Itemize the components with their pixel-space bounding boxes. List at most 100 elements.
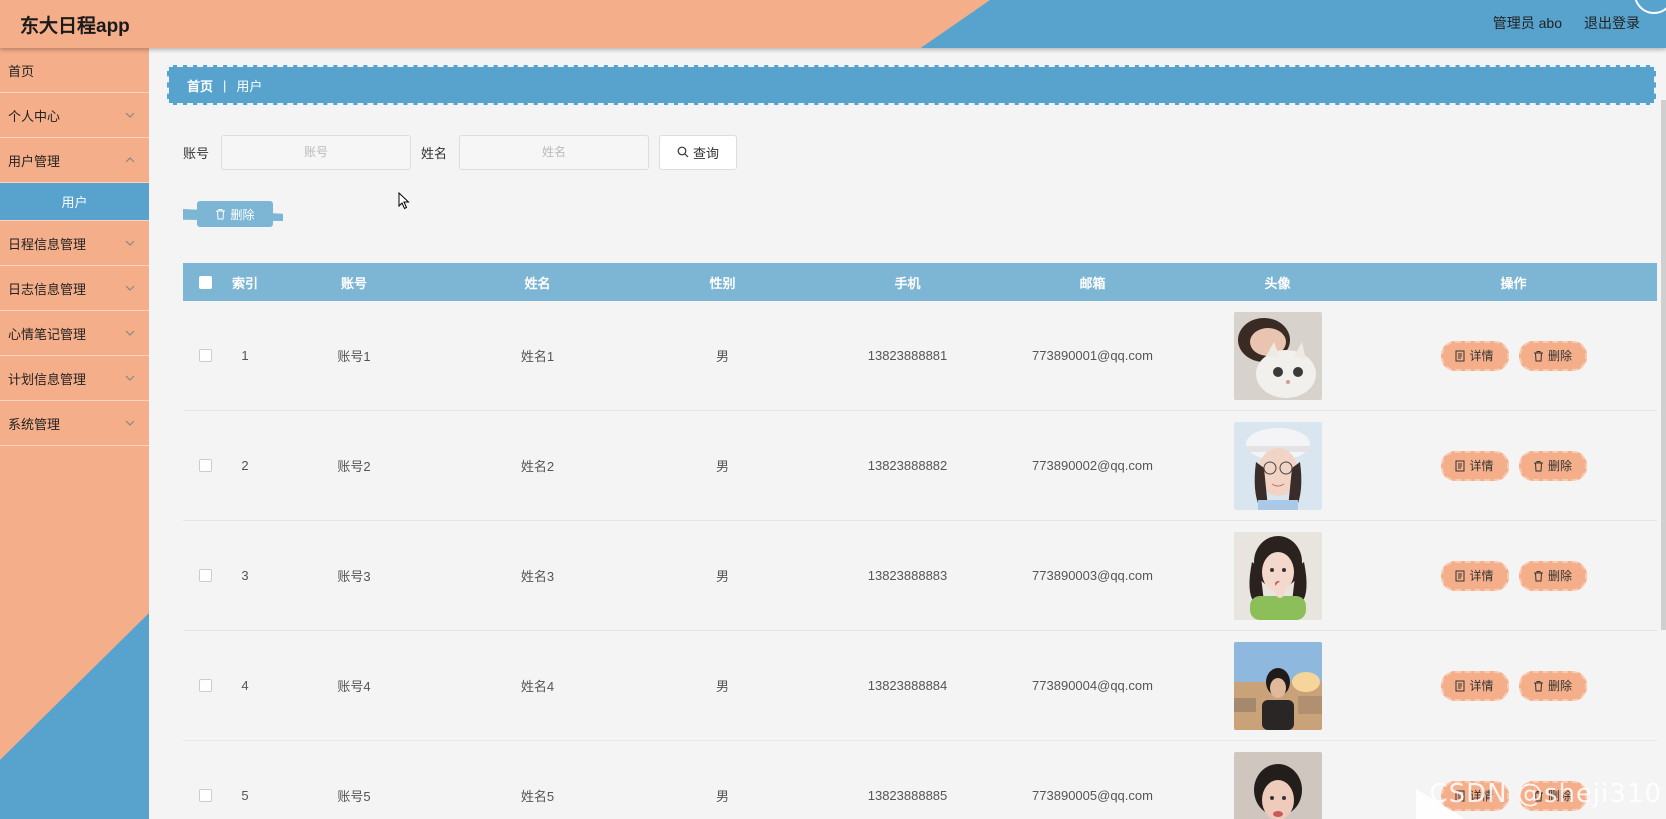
document-icon <box>1455 570 1465 581</box>
document-icon <box>1455 460 1465 471</box>
sidebar-item-user-management[interactable]: 用户管理 <box>0 138 149 183</box>
cell-index: 1 <box>241 348 249 363</box>
cell-operations: 详情 删除 <box>1370 670 1657 701</box>
row-checkbox[interactable] <box>198 349 212 362</box>
sidebar-item-label: 个人中心 <box>8 108 61 124</box>
trash-icon <box>1533 350 1543 361</box>
row-delete-label: 删除 <box>1547 679 1572 693</box>
trash-icon <box>1533 460 1543 471</box>
account-label: 账号 <box>183 145 210 161</box>
row-delete-button[interactable]: 删除 <box>1518 670 1587 701</box>
batch-delete-wrap: 删除 <box>183 201 283 231</box>
query-button-label: 查询 <box>693 145 720 161</box>
sidebar-item-label: 日程信息管理 <box>8 236 87 252</box>
users-table: 索引 账号 姓名 性别 手机 邮箱 头像 操作 1 账号1 姓名1 男 1382… <box>183 263 1657 819</box>
cell-avatar <box>1185 311 1370 400</box>
avatar <box>1233 421 1322 510</box>
header-index: 索引 <box>231 275 258 291</box>
row-delete-button[interactable]: 删除 <box>1518 340 1587 371</box>
cell-name: 姓名2 <box>520 459 555 474</box>
detail-button[interactable]: 详情 <box>1440 670 1509 701</box>
avatar <box>1233 751 1322 819</box>
mouse-cursor-icon <box>398 192 410 210</box>
cell-gender: 男 <box>715 459 729 474</box>
cell-index: 2 <box>241 458 249 473</box>
cell-avatar <box>1185 421 1370 510</box>
sidebar-item-label: 心情笔记管理 <box>8 326 87 342</box>
row-delete-button[interactable]: 删除 <box>1518 450 1587 481</box>
cell-operations: 详情 删除 <box>1370 340 1657 371</box>
name-label: 姓名 <box>421 145 448 161</box>
cell-account: 账号1 <box>337 349 371 364</box>
chevron-down-icon <box>125 112 135 118</box>
cell-phone: 13823888882 <box>867 458 948 473</box>
cell-operations: 详情 删除 <box>1370 450 1657 481</box>
breadcrumb-home[interactable]: 首页 <box>187 76 213 95</box>
batch-delete-button[interactable]: 删除 <box>197 201 273 227</box>
sidebar-item-home[interactable]: 首页 <box>0 48 149 93</box>
header-check-cell <box>183 275 227 289</box>
header-email: 邮箱 <box>1079 275 1106 291</box>
batch-delete-label: 删除 <box>230 207 255 222</box>
detail-button-label: 详情 <box>1469 679 1494 693</box>
chevron-down-icon <box>125 240 135 246</box>
sidebar-item-schedule-management[interactable]: 日程信息管理 <box>0 221 149 266</box>
table-header: 索引 账号 姓名 性别 手机 邮箱 头像 操作 <box>183 263 1657 301</box>
cell-phone: 13823888885 <box>867 788 948 803</box>
cell-name: 姓名3 <box>520 569 555 584</box>
sidebar-item-mood-notes[interactable]: 心情笔记管理 <box>0 311 149 356</box>
scrollbar[interactable] <box>1661 100 1666 630</box>
cell-email: 773890003@qq.com <box>1032 568 1153 583</box>
sidebar-item-plan-management[interactable]: 计划信息管理 <box>0 356 149 401</box>
cell-account: 账号3 <box>337 569 371 584</box>
search-icon <box>677 146 689 158</box>
breadcrumb-separator: | <box>223 77 227 93</box>
sidebar-item-label: 首页 <box>8 63 35 79</box>
sidebar-item-label: 用户 <box>61 195 88 210</box>
sidebar-item-system-management[interactable]: 系统管理 <box>0 401 149 446</box>
row-checkbox[interactable] <box>198 569 212 582</box>
cell-avatar <box>1185 751 1370 819</box>
logout-link[interactable]: 退出登录 <box>1584 13 1640 33</box>
watermark: CSDN @sheji310 <box>1429 779 1662 809</box>
cell-account: 账号4 <box>337 679 371 694</box>
cell-email: 773890001@qq.com <box>1032 348 1153 363</box>
row-delete-label: 删除 <box>1547 569 1572 583</box>
cell-gender: 男 <box>715 349 729 364</box>
cell-phone: 13823888883 <box>867 568 948 583</box>
select-all-checkbox[interactable] <box>198 275 212 289</box>
header-gender: 性别 <box>709 275 736 291</box>
account-search-input[interactable] <box>221 134 412 170</box>
row-check-cell <box>183 789 227 802</box>
cell-email: 773890004@qq.com <box>1032 678 1153 693</box>
row-delete-label: 删除 <box>1547 349 1572 363</box>
row-delete-label: 删除 <box>1547 459 1572 473</box>
sidebar-item-personal-center[interactable]: 个人中心 <box>0 93 149 138</box>
detail-button[interactable]: 详情 <box>1440 340 1509 371</box>
avatar-circle-icon[interactable] <box>1634 0 1666 14</box>
search-bar: 账号 姓名 查询 <box>183 134 738 170</box>
sidebar-item-users[interactable]: 用户 <box>0 183 149 221</box>
row-checkbox[interactable] <box>198 789 212 802</box>
header-avatar: 头像 <box>1264 275 1291 291</box>
detail-button-label: 详情 <box>1469 459 1494 473</box>
cell-gender: 男 <box>715 679 729 694</box>
avatar <box>1233 311 1322 400</box>
row-delete-button[interactable]: 删除 <box>1518 560 1587 591</box>
avatar <box>1233 531 1322 620</box>
query-button[interactable]: 查询 <box>659 134 738 170</box>
row-checkbox[interactable] <box>198 679 212 692</box>
row-check-cell <box>183 569 227 582</box>
row-checkbox[interactable] <box>198 459 212 472</box>
chevron-up-icon <box>125 157 135 163</box>
sidebar-item-log-management[interactable]: 日志信息管理 <box>0 266 149 311</box>
cell-account: 账号5 <box>337 789 371 804</box>
header-peach-band <box>0 0 990 48</box>
name-search-input[interactable] <box>459 134 650 170</box>
sidebar-item-label: 用户管理 <box>8 153 61 169</box>
detail-button[interactable]: 详情 <box>1440 560 1509 591</box>
sidebar-item-label: 日志信息管理 <box>8 281 87 297</box>
row-check-cell <box>183 349 227 362</box>
detail-button[interactable]: 详情 <box>1440 450 1509 481</box>
chevron-down-icon <box>125 330 135 336</box>
